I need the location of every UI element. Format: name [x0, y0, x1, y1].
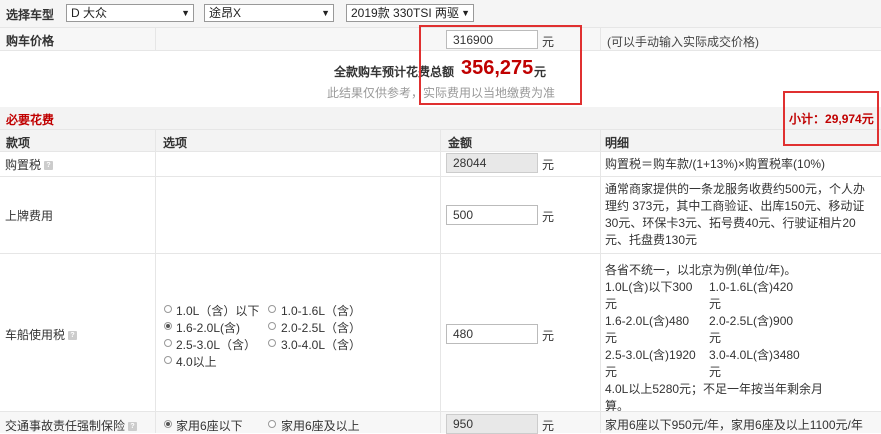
detail-cell: 2.0-2.5L(含)900: [709, 314, 794, 328]
section-header: [0, 107, 881, 129]
price-label: 购车价格: [6, 34, 55, 48]
col-amount-header: 金额: [448, 136, 473, 150]
radio-displacement-6[interactable]: [268, 339, 276, 347]
vehicle-tax-name: 车船使用税: [5, 328, 66, 342]
detail-cell: 元: [605, 365, 618, 379]
chevron-down-icon: ▼: [181, 8, 190, 18]
purchase-tax-name: 购置税: [5, 158, 42, 172]
radio-seats-under-6[interactable]: [164, 420, 172, 428]
divider: [440, 129, 441, 433]
detail-line: 元、托盘费130元: [605, 233, 698, 247]
model-value: 途昂X: [209, 6, 242, 20]
unit-label: 元: [542, 329, 555, 343]
radio-displacement-2[interactable]: [268, 305, 276, 313]
divider: [0, 253, 881, 254]
section-title: 必要花费: [6, 113, 55, 127]
trim-value: 2019款 330TSI 两驱: [351, 6, 460, 20]
radio-seats-6-plus[interactable]: [268, 420, 276, 428]
detail-row: 1.0L(含)以下300 1.0-1.6L(含)420: [605, 279, 877, 296]
radio-label: 1.0-1.6L（含）: [281, 304, 362, 318]
radio-label: 3.0-4.0L（含）: [281, 338, 362, 352]
detail-row: 1.6-2.0L(含)480 2.0-2.5L(含)900: [605, 313, 877, 330]
detail-cell: 元: [605, 297, 618, 311]
detail-line: 通常商家提供的一条龙服务收费约500元，个人办: [605, 182, 866, 196]
help-icon[interactable]: ?: [128, 422, 138, 432]
divider: [155, 412, 156, 433]
detail-line: 理约 373元，其中工商验证、出库150元、移动证: [605, 199, 865, 213]
col-option-header: 选项: [163, 136, 188, 150]
price-hint: (可以手动输入实际成交价格): [607, 35, 759, 49]
vehicle-tax-label: 车船使用税?: [5, 326, 78, 343]
detail-cell: 1.0-1.6L(含)420: [709, 280, 794, 294]
radio-label: 2.5-3.0L（含）: [176, 338, 257, 352]
unit-label: 元: [542, 158, 555, 172]
highlight-box-total: [419, 25, 582, 105]
radio-displacement-5[interactable]: [164, 339, 172, 347]
highlight-box-subtotal: [783, 91, 879, 146]
detail-row: 元元: [605, 296, 877, 313]
radio-label: 家用6座以下: [176, 419, 243, 433]
detail-cell: 2.5-3.0L(含)1920: [605, 348, 696, 362]
detail-cell: 元: [709, 331, 722, 345]
radio-label: 2.0-2.5L（含）: [281, 321, 362, 335]
unit-label: 元: [542, 419, 555, 433]
purchase-tax-detail: 购置税＝购车款/(1+13%)×购置税率(10%): [605, 157, 826, 171]
chevron-down-icon: ▼: [321, 8, 330, 18]
insurance-name: 交通事故责任强制保险: [5, 419, 126, 433]
insurance-label: 交通事故责任强制保险?: [5, 417, 138, 434]
detail-line: 4.0L以上5280元；不足一年按当年剩余月: [605, 382, 824, 396]
divider: [440, 412, 441, 433]
plate-fee-detail: 通常商家提供的一条龙服务收费约500元，个人办 理约 373元，其中工商验证、出…: [605, 181, 865, 249]
radio-label: 4.0以上: [176, 355, 217, 369]
model-select[interactable]: 途昂X ▼: [204, 4, 334, 22]
help-icon[interactable]: ?: [68, 331, 78, 341]
divider: [600, 28, 601, 50]
insurance-detail: 家用6座以下950元/年，家用6座及以上1100元/年: [605, 418, 863, 432]
detail-line: 各省不统一，以北京为例(单位/年)。: [605, 263, 797, 277]
vehicle-tax-detail: 各省不统一，以北京为例(单位/年)。 1.0L(含)以下300 1.0-1.6L(…: [605, 262, 877, 415]
radio-displacement-4[interactable]: [268, 322, 276, 330]
plate-fee-name: 上牌费用: [5, 209, 54, 223]
radio-displacement-7[interactable]: [164, 356, 172, 364]
divider: [600, 412, 601, 433]
detail-row: 元元: [605, 364, 877, 381]
detail-cell: 3.0-4.0L(含)3480: [709, 348, 800, 362]
divider: [155, 129, 156, 433]
trim-select[interactable]: 2019款 330TSI 两驱 ▼: [346, 4, 474, 22]
radio-label: 1.6-2.0L(含): [176, 321, 241, 335]
detail-cell: 1.6-2.0L(含)480: [605, 314, 690, 328]
detail-line: 30元、环保卡3元、拓号费40元、行驶证相片20: [605, 216, 856, 230]
divider: [0, 176, 881, 177]
detail-row: 元元: [605, 330, 877, 347]
radio-displacement-3[interactable]: [164, 322, 172, 330]
purchase-tax-amount: 28044: [446, 153, 538, 173]
divider: [155, 28, 156, 50]
insurance-amount: 950: [446, 414, 538, 434]
vehicle-tax-amount[interactable]: 480: [446, 324, 538, 344]
brand-value: D 大众: [71, 6, 108, 20]
unit-label: 元: [542, 210, 555, 224]
chevron-down-icon: ▼: [459, 5, 470, 21]
help-icon[interactable]: ?: [44, 161, 54, 171]
detail-cell: 元: [605, 331, 618, 345]
detail-row: 2.5-3.0L(含)1920 3.0-4.0L(含)3480: [605, 347, 877, 364]
detail-cell: 1.0L(含)以下300: [605, 280, 693, 294]
detail-cell: 元: [709, 365, 722, 379]
brand-select[interactable]: D 大众 ▼: [66, 4, 194, 22]
col-detail-header: 明细: [605, 136, 630, 150]
radio-label: 1.0L（含）以下: [176, 304, 260, 318]
selector-label: 选择车型: [6, 8, 55, 22]
plate-fee-amount[interactable]: 500: [446, 205, 538, 225]
col-item-header: 款项: [6, 136, 31, 150]
purchase-tax-label: 购置税?: [5, 156, 54, 173]
detail-cell: 元: [709, 297, 722, 311]
divider: [600, 129, 601, 433]
radio-displacement-1[interactable]: [164, 305, 172, 313]
radio-label: 家用6座及以上: [281, 419, 360, 433]
